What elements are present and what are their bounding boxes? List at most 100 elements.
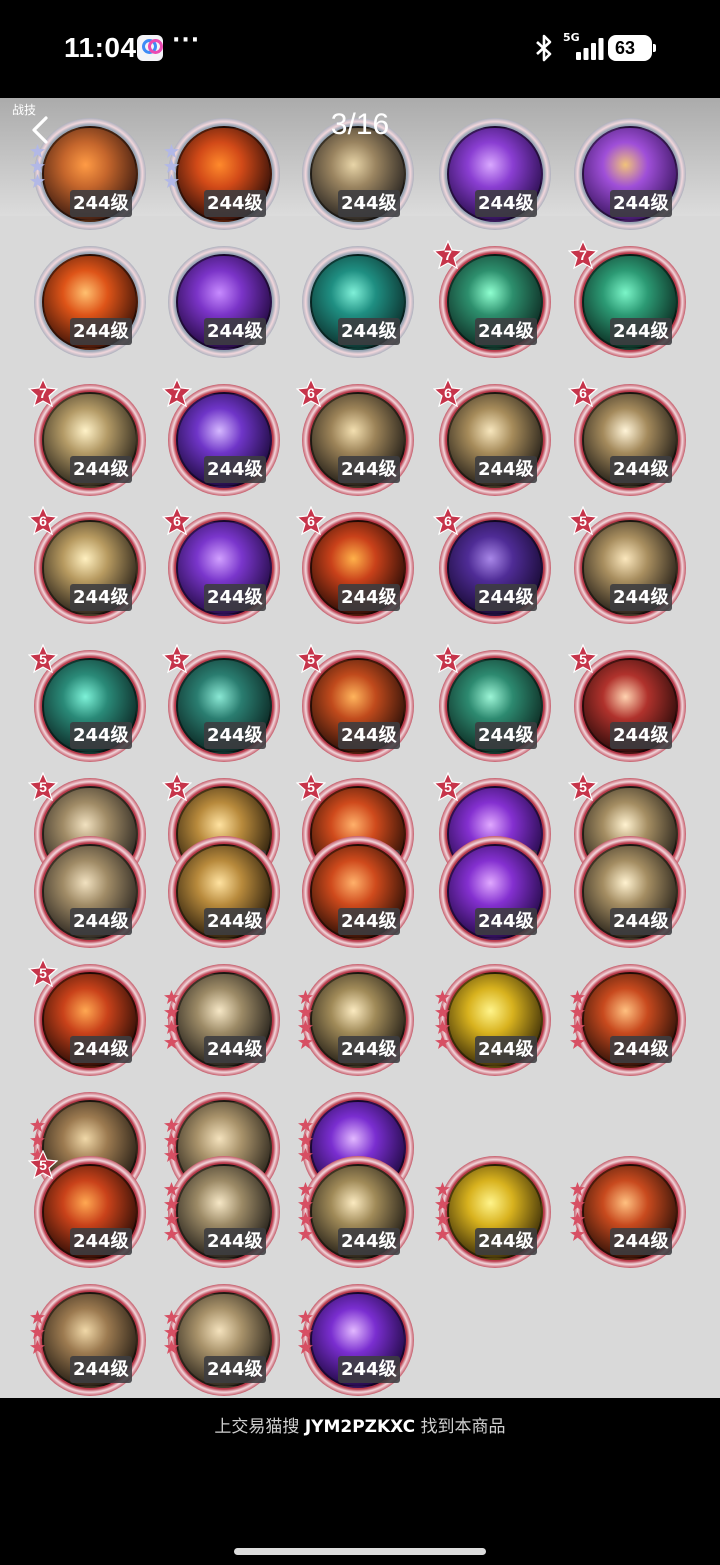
skill-icon[interactable]: 6 244级: [295, 377, 414, 496]
skill-icon[interactable]: 244级: [570, 964, 686, 1076]
skill-icon[interactable]: 244级: [164, 964, 280, 1076]
skill-icon[interactable]: 7 244级: [161, 377, 280, 496]
skill-icon[interactable]: 6 244级: [432, 505, 551, 624]
skill-level-label: 244级: [475, 190, 537, 217]
rank-badge-icon: 5: [161, 643, 193, 674]
skill-icon[interactable]: 5 244级: [567, 643, 686, 762]
skill-level-label: 244级: [338, 190, 400, 217]
star-rating-icon: [298, 1310, 314, 1355]
footer-promo-text: 上交易猫搜 JYM2PZKXC 找到本商品: [0, 1412, 720, 1437]
skill-icon[interactable]: 5 244级: [27, 643, 146, 762]
skill-level-label: 244级: [70, 722, 132, 749]
rank-badge-icon: 7: [432, 239, 464, 270]
skill-icon[interactable]: 244级: [302, 836, 414, 948]
skill-icon[interactable]: 244级: [435, 964, 551, 1076]
bluetooth-icon: [536, 34, 552, 62]
rank-badge-number: 7: [39, 385, 47, 401]
rank-badge-number: 6: [579, 385, 587, 401]
rank-badge-icon: 5: [161, 771, 193, 802]
rank-badge-number: 5: [579, 513, 587, 529]
rank-badge-icon: 7: [27, 377, 59, 408]
footer-code[interactable]: JYM2PZKXC: [305, 1417, 415, 1437]
skill-icon[interactable]: 5 244级: [295, 643, 414, 762]
status-time: 11:04: [64, 32, 137, 63]
skill-icon[interactable]: 244级: [298, 964, 414, 1076]
skill-icon[interactable]: 244级: [439, 836, 551, 948]
skill-level-label: 244级: [70, 456, 132, 483]
skill-gallery[interactable]: 战技 3/16 244级 244级 244级 244级 244级 244级 244级 244级…: [0, 98, 720, 1398]
skill-icon[interactable]: 7 244级: [27, 377, 146, 496]
skill-level-label: 244级: [70, 318, 132, 345]
star-rating-icon: [570, 1182, 586, 1242]
rank-badge-icon: 5: [432, 643, 464, 674]
rank-badge-number: 5: [39, 1157, 47, 1173]
rank-badge-number: 5: [579, 779, 587, 795]
rank-badge-number: 5: [444, 651, 452, 667]
skill-level-label: 244级: [338, 584, 400, 611]
skill-icon[interactable]: 244级: [435, 1156, 551, 1268]
skill-icon[interactable]: 5 244级: [27, 1149, 146, 1268]
signal-icon: [576, 38, 604, 60]
battery-icon: 63: [608, 35, 656, 61]
skill-icon[interactable]: 5 244级: [432, 643, 551, 762]
skill-icon[interactable]: 244级: [34, 246, 146, 358]
skill-icon[interactable]: 244级: [298, 1284, 414, 1396]
skill-icon[interactable]: 6 244级: [295, 505, 414, 624]
skill-icon[interactable]: 6 244级: [432, 377, 551, 496]
skill-level-label: 244级: [70, 584, 132, 611]
skill-icon[interactable]: 244级: [570, 1156, 686, 1268]
skill-icon[interactable]: 7 244级: [432, 239, 551, 358]
skill-icon[interactable]: 244级: [168, 246, 280, 358]
rank-badge-icon: 5: [567, 643, 599, 674]
skill-level-label: 244级: [204, 1228, 266, 1255]
star-rating-icon: [435, 1182, 451, 1242]
skill-icon[interactable]: 7 244级: [567, 239, 686, 358]
skill-level-label: 244级: [475, 908, 537, 935]
rank-badge-icon: 5: [567, 771, 599, 802]
rank-badge-icon: 5: [432, 771, 464, 802]
skill-level-label: 244级: [70, 1228, 132, 1255]
skill-icon[interactable]: 244级: [30, 1284, 146, 1396]
skill-level-label: 244级: [610, 190, 672, 217]
skill-icon[interactable]: 5 244级: [567, 505, 686, 624]
rank-badge-number: 6: [307, 513, 315, 529]
skill-icon[interactable]: 244级: [34, 836, 146, 948]
rank-badge-number: 5: [444, 779, 452, 795]
skill-icon[interactable]: 5 244级: [27, 957, 146, 1076]
skill-icon[interactable]: 6 244级: [161, 505, 280, 624]
skill-icon[interactable]: 244级: [574, 836, 686, 948]
skill-level-label: 244级: [475, 456, 537, 483]
star-rating-icon: [164, 990, 180, 1050]
footer-suffix: 找到本商品: [420, 1417, 506, 1437]
skill-icon[interactable]: 6 244级: [27, 505, 146, 624]
footer-prefix: 上交易猫搜: [214, 1417, 300, 1437]
skill-level-label: 244级: [475, 1036, 537, 1063]
rank-badge-icon: 5: [295, 771, 327, 802]
skill-icon[interactable]: 244级: [168, 836, 280, 948]
skill-level-label: 244级: [204, 722, 266, 749]
skill-icon[interactable]: 5 244级: [161, 643, 280, 762]
star-rating-icon: [164, 1310, 180, 1355]
star-rating-icon: [30, 144, 46, 189]
rank-badge-number: 6: [39, 513, 47, 529]
skill-level-label: 244级: [204, 456, 266, 483]
rank-badge-icon: 6: [295, 377, 327, 408]
skill-icon[interactable]: 244级: [298, 1156, 414, 1268]
skill-icon[interactable]: 244级: [302, 246, 414, 358]
home-indicator[interactable]: [234, 1548, 486, 1555]
rank-badge-number: 6: [444, 385, 452, 401]
skill-level-label: 244级: [70, 1356, 132, 1383]
skill-level-label: 244级: [204, 908, 266, 935]
skill-icon[interactable]: 6 244级: [567, 377, 686, 496]
skill-icon[interactable]: 244级: [164, 1284, 280, 1396]
skill-level-label: 244级: [204, 190, 266, 217]
skill-level-label: 244级: [610, 456, 672, 483]
rank-badge-icon: 6: [295, 505, 327, 536]
skill-level-label: 244级: [610, 722, 672, 749]
skill-level-label: 244级: [204, 1356, 266, 1383]
rank-badge-number: 5: [173, 779, 181, 795]
rank-badge-icon: 5: [295, 643, 327, 674]
skill-icon[interactable]: 244级: [164, 1156, 280, 1268]
rank-badge-icon: 6: [567, 377, 599, 408]
rank-badge-number: 5: [307, 651, 315, 667]
